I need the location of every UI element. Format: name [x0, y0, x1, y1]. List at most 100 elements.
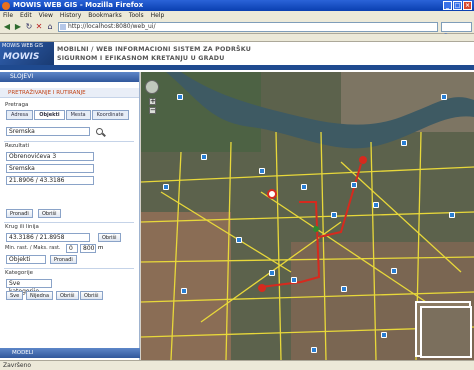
category-none-button[interactable]: Nijedna [26, 291, 54, 300]
poi-marker[interactable] [351, 182, 357, 188]
pan-control[interactable] [145, 80, 159, 94]
menu-file[interactable]: File [3, 11, 13, 20]
category-select[interactable]: Sve kategorije [6, 279, 52, 295]
back-icon[interactable]: ◀ [2, 22, 12, 32]
tab-strip [0, 34, 474, 42]
maximize-button[interactable]: □ [453, 1, 462, 10]
overview-map[interactable] [420, 306, 472, 358]
radius-label: Krug ili linija [5, 224, 39, 230]
title-bar: MOWIS WEB GIS - Mozilla Firefox _ □ × [0, 0, 474, 11]
search-label: Pretraga [5, 102, 29, 108]
category-clear-button-2[interactable]: Obriši [80, 291, 103, 300]
minimize-button[interactable]: _ [443, 1, 452, 10]
poi-marker[interactable] [401, 140, 407, 146]
firefox-icon [2, 2, 10, 10]
menu-help[interactable]: Help [151, 11, 165, 20]
stop-icon[interactable]: ✕ [34, 22, 44, 32]
page-header: MOWIS WEB GIS MOWIS MOBILNI / WEB INFORM… [0, 42, 474, 72]
radius-clear-button[interactable]: Obriši [98, 233, 121, 242]
max-distance-input[interactable]: 800 [80, 244, 96, 253]
category-all-button[interactable]: Sve [6, 291, 24, 300]
close-button[interactable]: × [463, 1, 472, 10]
categories-label: Kategorije [5, 270, 33, 276]
poi-marker[interactable] [381, 332, 387, 338]
header-title: MOBILNI / WEB INFORMACIONI SISTEM ZA POD… [57, 45, 251, 63]
satellite-map[interactable]: + − [141, 72, 474, 360]
divider [4, 268, 134, 269]
min-distance-input[interactable]: 0 [66, 244, 78, 253]
zoom-in-button[interactable]: + [149, 98, 156, 105]
tab-mesta[interactable]: Mesta [65, 110, 91, 120]
tab-adresa[interactable]: Adresa [6, 110, 34, 120]
bottom-panel-title: MODELI [12, 350, 34, 356]
logo-word: MOWIS [3, 52, 40, 62]
search-input[interactable]: Sremska [6, 127, 90, 136]
header-title-line2: SIGURNOM I EFIKASNOM KRETANJU U GRADU [57, 55, 225, 62]
poi-marker[interactable] [259, 168, 265, 174]
poi-marker[interactable] [331, 212, 337, 218]
window-title: MOWIS WEB GIS - Mozilla Firefox [13, 1, 144, 9]
find-button[interactable]: Pronađi [6, 209, 33, 218]
result-row-2[interactable]: Sremska [6, 164, 94, 173]
menu-view[interactable]: View [39, 11, 53, 20]
poi-marker[interactable] [373, 202, 379, 208]
poi-marker[interactable] [311, 347, 317, 353]
divider [4, 141, 134, 142]
poi-marker[interactable] [391, 268, 397, 274]
url-text: http://localhost:8080/web_ui/ [68, 23, 156, 30]
clear-button[interactable]: Obriši [38, 209, 61, 218]
navigation-toolbar: ◀ ▶ ↻ ✕ ⌂ http://localhost:8080/web_ui/ … [0, 20, 474, 40]
distance-row: Min. rast. / Maks. rast. [5, 245, 61, 251]
search-routing-header[interactable]: PRETRAŽIVANJE I RUTIRANJE [0, 88, 139, 98]
status-text: Završeno [3, 362, 32, 369]
header-title-line1: MOBILNI / WEB INFORMACIONI SISTEM ZA POD… [57, 46, 252, 53]
poi-marker[interactable] [441, 94, 447, 100]
menu-tools[interactable]: Tools [129, 11, 144, 20]
search-tabs: Adresa Objekti Mesta Koordinate [6, 110, 140, 120]
menu-bar: File Edit View History Bookmarks Tools H… [0, 11, 474, 20]
url-field[interactable]: http://localhost:8080/web_ui/ [58, 22, 438, 32]
menu-bookmarks[interactable]: Bookmarks [88, 11, 122, 20]
header-stripe [0, 65, 474, 70]
poi-marker[interactable] [201, 154, 207, 160]
category-clear-button[interactable]: Obriši [56, 291, 79, 300]
radius-find-button[interactable]: Pronađi [50, 255, 77, 264]
subpanel-title: PRETRAŽIVANJE I RUTIRANJE [8, 90, 86, 96]
modeli-panel-header[interactable]: MODELI [0, 348, 140, 358]
results-label: Rezultati [5, 143, 30, 149]
object-type-select[interactable]: Objekti [6, 255, 46, 264]
reload-icon[interactable]: ↻ [24, 22, 34, 32]
window-controls: _ □ × [443, 1, 472, 10]
poi-marker[interactable] [291, 277, 297, 283]
poi-marker[interactable] [177, 94, 183, 100]
zoom-out-button[interactable]: − [149, 107, 156, 114]
poi-marker[interactable] [236, 237, 242, 243]
distance-unit: m [98, 245, 104, 251]
status-bar: Završeno [0, 360, 474, 370]
poi-marker[interactable] [181, 288, 187, 294]
poi-marker[interactable] [301, 184, 307, 190]
menu-edit[interactable]: Edit [20, 11, 32, 20]
forward-icon[interactable]: ▶ [13, 22, 23, 32]
poi-marker[interactable] [449, 212, 455, 218]
distance-label: Min. rast. / Maks. rast. [5, 245, 61, 251]
layers-panel-header[interactable]: SLOJEVI [0, 72, 139, 82]
sidebar: SLOJEVI PRETRAŽIVANJE I RUTIRANJE Pretra… [0, 72, 140, 360]
radius-point-field[interactable]: 43.3186 / 21.8958 [6, 233, 90, 242]
tab-objekti[interactable]: Objekti [34, 110, 65, 120]
poi-marker[interactable] [269, 270, 275, 276]
poi-marker[interactable] [163, 184, 169, 190]
favicon-icon [60, 24, 66, 30]
web-search-field[interactable]: G [441, 22, 472, 40]
result-row-1[interactable]: Obrenovićeva 3 [6, 152, 94, 161]
tab-koordinate[interactable]: Koordinate [91, 110, 129, 120]
result-row-3[interactable]: 21.8906 / 43.3186 [6, 176, 94, 185]
poi-marker[interactable] [341, 286, 347, 292]
panel-title: SLOJEVI [10, 73, 34, 80]
menu-history[interactable]: History [60, 11, 81, 20]
search-icon[interactable] [96, 128, 103, 135]
home-icon[interactable]: ⌂ [45, 22, 55, 32]
logo-caption: MOWIS WEB GIS [2, 43, 44, 49]
browser-window: MOWIS WEB GIS - Mozilla Firefox _ □ × Fi… [0, 0, 474, 370]
divider [4, 222, 134, 223]
